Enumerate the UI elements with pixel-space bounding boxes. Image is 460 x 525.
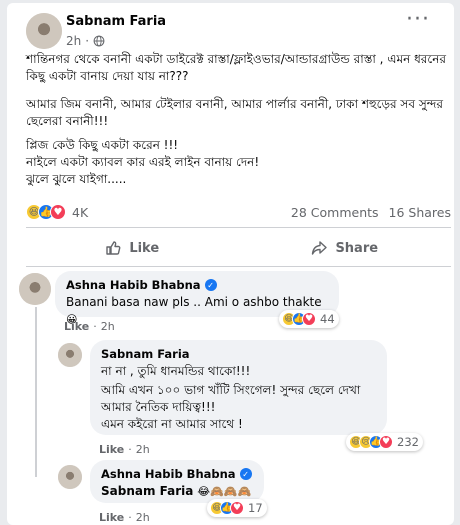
- post-reaction-count: 4K: [72, 204, 89, 220]
- share-button-label: Share: [335, 240, 379, 256]
- stats-divider: [26, 227, 451, 228]
- post-paragraph-2: আমার জিম বনানী, আমার টেইলার বনানী, আমার …: [26, 97, 443, 128]
- comment-reaction-count: 44: [320, 312, 335, 326]
- mention-link[interactable]: Sabnam Faria: [101, 484, 193, 498]
- post-card: Sabnam Faria 2h · ··· শান্তিনগর থেকে বনা…: [7, 3, 454, 525]
- post-timestamp-row: 2h ·: [66, 34, 105, 48]
- time-separator: ·: [85, 34, 90, 48]
- comment-author[interactable]: Ashna Habib Bhabna: [101, 467, 236, 481]
- post-author-name[interactable]: Sabnam Faria: [66, 14, 166, 29]
- comment-meta-1: Like · 2h: [64, 320, 115, 333]
- comment-meta-3: Like · 2h: [99, 511, 150, 524]
- thread-line: [35, 307, 37, 477]
- post-time[interactable]: 2h: [66, 34, 81, 48]
- comment-meta-2: Like · 2h: [99, 443, 150, 456]
- comment-author[interactable]: Sabnam Faria: [101, 347, 190, 361]
- like-button-label: Like: [129, 240, 160, 256]
- reply-avatar[interactable]: [58, 343, 82, 367]
- laughing-monkeys-emoji-icon: 😂🙈🙈🙈: [197, 485, 252, 498]
- post-author-avatar[interactable]: [26, 13, 62, 49]
- like-button[interactable]: Like: [26, 232, 239, 264]
- comment-reaction-count: 232: [397, 435, 419, 449]
- comment-time[interactable]: 2h: [101, 320, 115, 333]
- verified-badge-icon: ✓: [204, 279, 217, 291]
- meta-separator: ·: [128, 443, 132, 456]
- reply-line-2: আমি এখন ১০০ ভাগ খাঁটি সিংগেল! সুন্দর ছেল…: [101, 383, 361, 431]
- actions-divider: [26, 266, 451, 267]
- comment-reactions-1[interactable]: 😆 👍 ♥ 44: [279, 310, 339, 328]
- post-reactions[interactable]: 😆 👍 ♥ 4K: [26, 204, 88, 220]
- post-paragraph-3: প্লিজ কেউ কিছু একটা করেন !!! নাইলে একটা …: [26, 138, 260, 186]
- share-arrow-icon: [312, 241, 328, 255]
- comments-count-link[interactable]: 28 Comments: [291, 205, 379, 220]
- comment-author[interactable]: Ashna Habib Bhabna: [66, 278, 201, 292]
- globe-icon: [93, 35, 105, 47]
- love-reaction-icon: ♥: [302, 312, 316, 326]
- love-reaction-icon: ♥: [50, 204, 66, 220]
- love-reaction-icon: ♥: [379, 435, 393, 449]
- more-options-icon[interactable]: ···: [406, 9, 430, 31]
- thumbs-up-icon: [106, 241, 121, 255]
- comment-avatar[interactable]: [19, 273, 51, 305]
- comment-like-link[interactable]: Like: [99, 511, 124, 524]
- meta-separator: ·: [128, 511, 132, 524]
- comment-time[interactable]: 2h: [136, 511, 150, 524]
- meta-separator: ·: [93, 320, 97, 333]
- comment-like-link[interactable]: Like: [64, 320, 89, 333]
- post-stats-row: 😆 👍 ♥ 4K 28 Comments 16 Shares: [26, 202, 451, 222]
- comment-bubble-2: Sabnam Faria না না , তুমি ধানমন্ডির থাকো…: [90, 340, 387, 435]
- post-paragraph-1: শান্তিনগর থেকে বনানী একটা ডাইরেক্ট রাস্ত…: [26, 52, 446, 83]
- comment-like-link[interactable]: Like: [99, 443, 124, 456]
- comment-reactions-3[interactable]: 😆 👍 ♥ 17: [207, 499, 267, 517]
- reply-line-1: না না , তুমি ধানমন্ডির থাকো!!!: [101, 364, 251, 378]
- comment-time[interactable]: 2h: [136, 443, 150, 456]
- love-reaction-icon: ♥: [230, 501, 244, 515]
- verified-badge-icon: ✓: [239, 468, 252, 480]
- comment-reaction-count: 17: [248, 501, 263, 515]
- share-button[interactable]: Share: [239, 232, 452, 264]
- shares-count-link[interactable]: 16 Shares: [389, 205, 451, 220]
- comment-reactions-2[interactable]: 😆 😢 👍 ♥ 232: [346, 433, 423, 451]
- comment-bubble-3: Ashna Habib Bhabna ✓ Sabnam Faria 😂🙈🙈🙈: [90, 460, 264, 503]
- post-actions-bar: Like Share: [26, 232, 451, 264]
- reply-avatar[interactable]: [58, 465, 82, 489]
